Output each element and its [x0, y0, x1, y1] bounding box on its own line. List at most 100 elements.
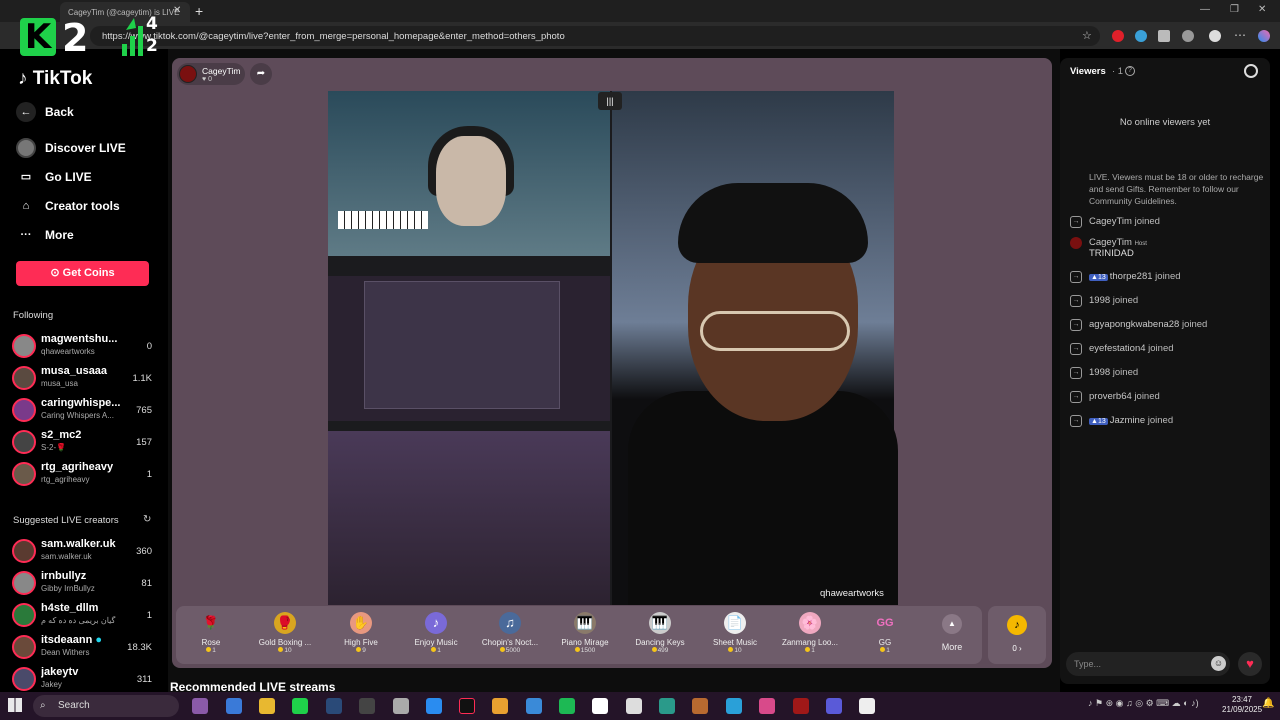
gift-piano-mirage[interactable]: 🎹 Piano Mirage 1500	[553, 608, 617, 662]
host-name[interactable]: CageyTim	[202, 66, 240, 76]
shield-icon[interactable]	[1158, 30, 1170, 42]
coin-balance-button[interactable]: ♪ 0 ›	[988, 606, 1046, 664]
suggested-item[interactable]: jakeytv Jakey 311	[10, 665, 158, 695]
chevron-up-icon: ▲	[942, 614, 962, 634]
suggested-item[interactable]: itsdeaann ● Dean Withers 18.3K	[10, 633, 158, 663]
telegram-icon[interactable]	[726, 698, 742, 714]
chat-user[interactable]: eyefestation4	[1089, 343, 1146, 354]
taskbar-app-icon[interactable]	[292, 698, 308, 714]
nav-label: Go LIVE	[45, 170, 92, 184]
gift-sheet-music[interactable]: 📄 Sheet Music 10	[703, 608, 767, 662]
chat-user[interactable]: thorpe281	[1110, 271, 1153, 282]
following-item[interactable]: magwentshu... qhaweartworks 0	[10, 332, 158, 362]
profile-icon[interactable]	[1209, 30, 1221, 42]
share-button[interactable]: ➦	[250, 63, 272, 85]
emoji-icon[interactable]: ☺	[1211, 656, 1226, 671]
following-item[interactable]: s2_mc2 S-2-🌹 157	[10, 428, 158, 458]
following-item[interactable]: rtg_agriheavy rtg_agriheavy 1	[10, 460, 158, 490]
extension-icon[interactable]	[1112, 30, 1124, 42]
bookmark-star-icon[interactable]: ☆	[1082, 29, 1092, 42]
level-badge: ▲13	[1089, 274, 1108, 281]
gift-rose[interactable]: 🌹 Rose 1	[179, 608, 243, 662]
edge-icon[interactable]	[659, 698, 675, 714]
copilot-icon[interactable]	[1258, 30, 1270, 42]
folder-icon[interactable]	[259, 698, 275, 714]
notepad-icon[interactable]	[859, 698, 875, 714]
chat-user[interactable]: CageyTim	[1089, 216, 1132, 227]
minimize-icon[interactable]: —	[1200, 4, 1210, 15]
level-value: 13	[1097, 274, 1106, 281]
taskbar-app-icon[interactable]	[626, 698, 642, 714]
gift-gold-boxing[interactable]: 🥊 Gold Boxing ... 10	[253, 608, 317, 662]
chat-user[interactable]: CageyTim	[1089, 237, 1132, 248]
chat-user[interactable]: 1998	[1089, 367, 1110, 378]
spotify-icon[interactable]	[559, 698, 575, 714]
join-icon: →	[1070, 415, 1082, 427]
taskbar-app-icon[interactable]	[226, 698, 242, 714]
messenger-icon[interactable]	[426, 698, 442, 714]
refresh-icon[interactable]: ↻	[143, 514, 151, 525]
taskbar-app-icon[interactable]	[192, 698, 208, 714]
close-window-icon[interactable]: ✕	[1258, 4, 1266, 15]
overlay-score-top: 4	[146, 14, 158, 34]
gift-zanmang-loopy[interactable]: 🌸 Zanmang Loo... 1	[778, 608, 842, 662]
chrome-icon[interactable]	[492, 698, 508, 714]
host-avatar[interactable]	[179, 65, 197, 83]
suggested-item[interactable]: irnbullyz Gibby IrnBullyz 81	[10, 569, 158, 599]
gift-price: 5000	[478, 647, 542, 654]
nav-back[interactable]: ← Back	[16, 100, 166, 124]
notification-bell-icon[interactable]: 🔔	[1262, 698, 1274, 709]
no-viewers-message: No online viewers yet	[1119, 117, 1211, 128]
taskbar-search[interactable]: Search	[33, 695, 179, 717]
following-item[interactable]: musa_usaaa musa_usa 1.1K	[10, 364, 158, 394]
account-handle: S-2-🌹	[41, 443, 67, 452]
windows-start-icon[interactable]	[8, 698, 22, 712]
steam-icon[interactable]	[326, 698, 342, 714]
gift-price: 1500	[553, 647, 617, 654]
new-tab-icon[interactable]: +	[195, 3, 203, 19]
tiktok-logo[interactable]: ♪ TikTok	[18, 68, 92, 90]
settings-gear-icon[interactable]	[1244, 64, 1258, 78]
nav-discover-live[interactable]: Discover LIVE	[16, 136, 166, 160]
get-coins-button[interactable]: ⊙ Get Coins	[16, 261, 149, 286]
suggested-item[interactable]: h4ste_dllm گیان بریمی ده ده که م 1	[10, 601, 158, 631]
url-field[interactable]: https://www.tiktok.com/@cageytim/live?en…	[90, 26, 1100, 46]
nav-more[interactable]: ··· More	[16, 223, 166, 247]
taskbar-app-icon[interactable]	[393, 698, 409, 714]
avatar	[12, 366, 36, 390]
help-icon[interactable]: ?	[1125, 66, 1135, 76]
taskbar-app-icon[interactable]	[592, 698, 608, 714]
clock[interactable]: 23:47 21/09/2025	[1222, 695, 1262, 715]
gift-gg[interactable]: GG GG 1	[853, 608, 917, 662]
close-tab-icon[interactable]: ✕	[173, 5, 181, 16]
taskbar-app-icon[interactable]	[692, 698, 708, 714]
restore-icon[interactable]: ❐	[1230, 4, 1239, 15]
suggested-item[interactable]: sam.walker.uk sam.walker.uk 360	[10, 537, 158, 567]
extension-icon[interactable]	[1135, 30, 1147, 42]
instagram-icon[interactable]	[759, 698, 775, 714]
gift-more-button[interactable]: ▲ More	[934, 608, 970, 662]
chat-user[interactable]: Jazmine	[1110, 415, 1145, 426]
gift-dancing-keys[interactable]: 🎹 Dancing Keys 499	[628, 608, 692, 662]
nav-creator-tools[interactable]: ⌂ Creator tools	[16, 194, 166, 218]
like-heart-button[interactable]: ♥	[1238, 652, 1262, 676]
taskbar-app-icon[interactable]	[359, 698, 375, 714]
chat-input[interactable]: Type...	[1066, 652, 1230, 676]
audio-icon[interactable]: |||	[598, 92, 622, 110]
menu-icon[interactable]: ⋯	[1234, 28, 1246, 42]
system-tray-icons[interactable]: ♪ ⚑ ⊛ ◉ ♫ ◎ ⚙ ⌨ ☁ ◐ ♪)	[1088, 698, 1199, 709]
teams-icon[interactable]	[826, 698, 842, 714]
taskbar-app-icon[interactable]	[793, 698, 809, 714]
nav-go-live[interactable]: ▭ Go LIVE	[16, 165, 166, 189]
chat-user[interactable]: agyapongkwabena28	[1089, 319, 1179, 330]
tiktok-icon[interactable]	[459, 698, 475, 714]
refresh-icon[interactable]	[1182, 30, 1194, 42]
account-name: musa_usaaa	[41, 365, 108, 377]
following-item[interactable]: caringwhispe... Caring Whispers A... 765	[10, 396, 158, 426]
gift-enjoy-music[interactable]: ♪ Enjoy Music 1	[404, 608, 468, 662]
gift-chopins-nocturne[interactable]: ♫ Chopin's Noct... 5000	[478, 608, 542, 662]
taskbar-app-icon[interactable]	[526, 698, 542, 714]
gift-high-five[interactable]: ✋ High Five 9	[329, 608, 393, 662]
chat-user[interactable]: 1998	[1089, 295, 1110, 306]
chat-user[interactable]: proverb64	[1089, 391, 1132, 402]
